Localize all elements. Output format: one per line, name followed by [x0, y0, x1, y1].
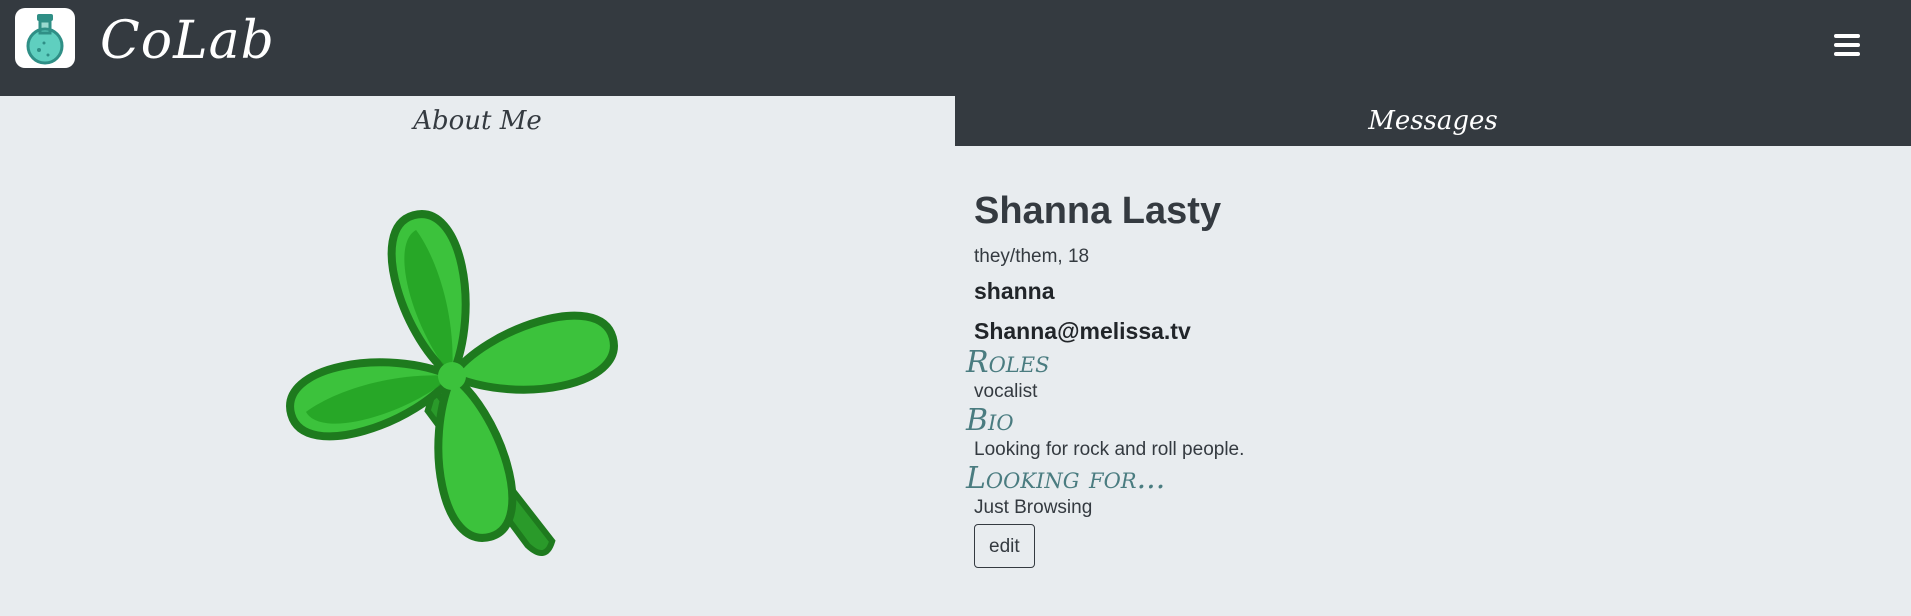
roles-value: vocalist [974, 381, 1038, 402]
profile-details: Shanna Lasty they/them, 18 shanna Shanna… [966, 186, 1874, 568]
navbar: CoLab [0, 0, 1911, 96]
tab-about-me[interactable]: About Me [0, 96, 955, 146]
looking-for-value: Just Browsing [974, 497, 1093, 518]
hamburger-menu-icon[interactable] [1830, 30, 1864, 60]
profile-name: Shanna Lasty [974, 190, 1222, 232]
profile-pronouns-age: they/them, 18 [974, 246, 1090, 267]
profile-avatar [286, 210, 618, 556]
roles-heading: Roles [966, 345, 1050, 380]
flask-icon [26, 14, 64, 65]
logo[interactable] [15, 8, 75, 68]
brand-title[interactable]: CoLab [100, 6, 275, 76]
bio-heading: Bio [966, 403, 1014, 438]
tab-messages[interactable]: Messages [955, 96, 1911, 146]
edit-button[interactable]: edit [974, 524, 1035, 568]
looking-for-heading: Looking for... [966, 461, 1166, 496]
profile-email: Shanna@melissa.tv [974, 318, 1191, 344]
profile-username: shanna [974, 278, 1055, 304]
bio-value: Looking for rock and roll people. [974, 439, 1245, 460]
